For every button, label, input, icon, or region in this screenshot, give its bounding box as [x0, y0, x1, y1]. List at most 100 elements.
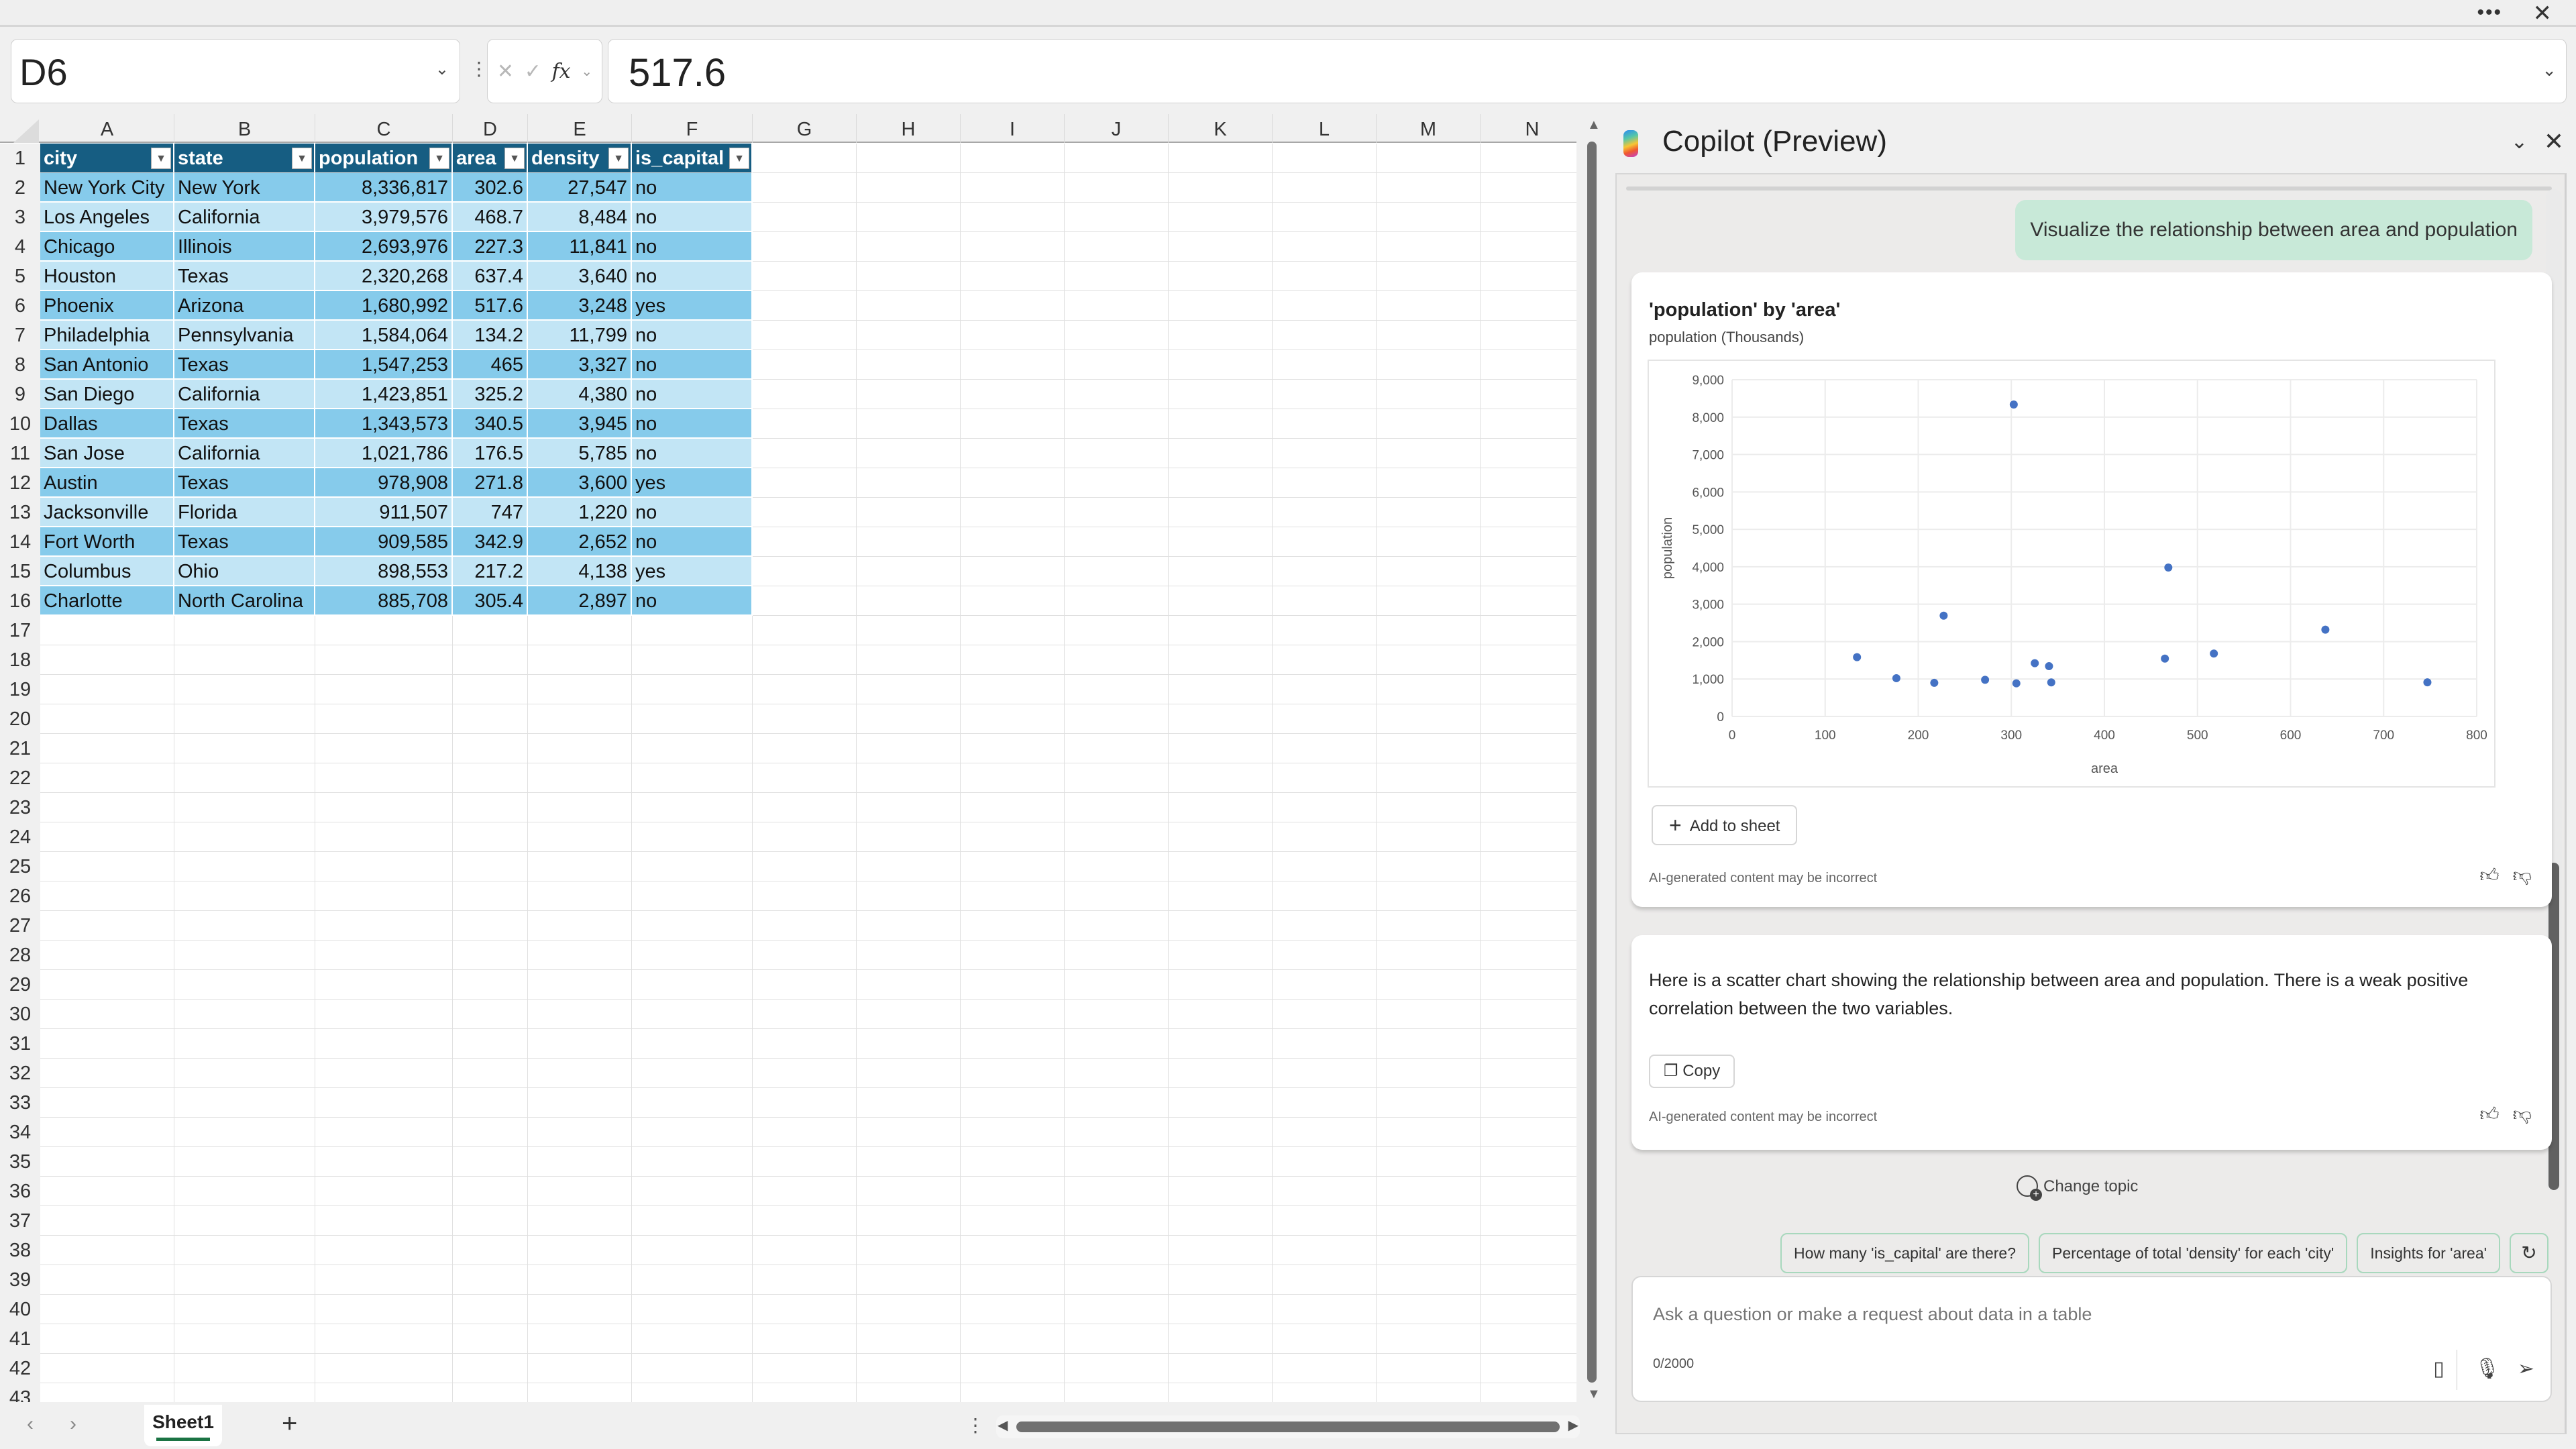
cell[interactable]	[961, 1324, 1065, 1354]
cell[interactable]	[453, 1295, 528, 1324]
cell[interactable]	[1377, 1383, 1481, 1402]
scroll-left-arrow-icon[interactable]: ◀	[998, 1417, 1008, 1434]
cell[interactable]	[315, 1118, 453, 1147]
cell[interactable]	[315, 1236, 453, 1265]
cell[interactable]	[632, 1324, 753, 1354]
cell[interactable]	[1169, 734, 1273, 763]
cell[interactable]	[453, 1029, 528, 1059]
row-header[interactable]: 40	[0, 1295, 40, 1324]
cell[interactable]	[857, 232, 961, 262]
table-cell[interactable]: 1,680,992	[315, 291, 453, 321]
table-cell[interactable]: no	[632, 350, 753, 380]
table-cell[interactable]: 3,248	[528, 291, 632, 321]
table-header-cell[interactable]: city ▼	[40, 144, 174, 173]
formula-bar-grip-icon[interactable]: ⋮	[470, 58, 488, 80]
filter-dropdown-icon[interactable]: ▼	[729, 148, 749, 169]
cell[interactable]	[632, 763, 753, 793]
row-header[interactable]: 17	[0, 616, 40, 645]
cell[interactable]	[1169, 1383, 1273, 1402]
row-header[interactable]: 41	[0, 1324, 40, 1354]
row-header[interactable]: 22	[0, 763, 40, 793]
cell[interactable]	[315, 822, 453, 852]
cell[interactable]	[857, 1177, 961, 1206]
cell[interactable]	[1273, 1177, 1377, 1206]
cell[interactable]	[1481, 941, 1576, 970]
cell[interactable]	[857, 763, 961, 793]
cell[interactable]	[315, 1295, 453, 1324]
table-cell[interactable]: 176.5	[453, 439, 528, 468]
column-header-f[interactable]: F	[632, 114, 753, 143]
cell[interactable]	[1065, 645, 1169, 675]
cell[interactable]	[315, 941, 453, 970]
cell[interactable]	[453, 970, 528, 1000]
cell[interactable]	[753, 1088, 857, 1118]
cell[interactable]	[40, 1000, 174, 1029]
table-cell[interactable]: Pennsylvania	[174, 321, 315, 350]
cell[interactable]	[40, 1059, 174, 1088]
cell[interactable]	[528, 1295, 632, 1324]
cell[interactable]	[315, 1059, 453, 1088]
table-cell[interactable]: New York	[174, 173, 315, 203]
cell[interactable]	[961, 468, 1065, 498]
cell[interactable]	[1065, 616, 1169, 645]
cell[interactable]	[174, 1295, 315, 1324]
cell[interactable]	[315, 1383, 453, 1402]
close-pane-button[interactable]: ✕	[2544, 127, 2564, 156]
cell[interactable]	[1481, 173, 1576, 203]
row-header[interactable]: 27	[0, 911, 40, 941]
cell[interactable]	[632, 1118, 753, 1147]
table-cell[interactable]: 302.6	[453, 173, 528, 203]
cell[interactable]	[528, 1088, 632, 1118]
cell[interactable]	[1481, 763, 1576, 793]
cell[interactable]	[315, 852, 453, 881]
cell[interactable]	[315, 911, 453, 941]
cell[interactable]	[174, 763, 315, 793]
row-header[interactable]: 24	[0, 822, 40, 852]
cell[interactable]	[174, 1000, 315, 1029]
cell[interactable]	[961, 380, 1065, 409]
cell[interactable]	[1169, 439, 1273, 468]
table-cell[interactable]: 1,547,253	[315, 350, 453, 380]
microphone-icon[interactable]: 🎙︎	[2475, 1358, 2500, 1380]
cell[interactable]	[315, 1088, 453, 1118]
row-header[interactable]: 7	[0, 321, 40, 350]
cell[interactable]	[1169, 350, 1273, 380]
cell[interactable]	[1065, 1147, 1169, 1177]
cell[interactable]	[753, 852, 857, 881]
cell[interactable]	[632, 1295, 753, 1324]
prompt-guide-icon[interactable]: ▯	[2433, 1358, 2445, 1380]
table-cell[interactable]: no	[632, 439, 753, 468]
table-cell[interactable]: 8,336,817	[315, 173, 453, 203]
cell[interactable]	[1377, 291, 1481, 321]
cell[interactable]	[1481, 498, 1576, 527]
filter-dropdown-icon[interactable]: ▼	[151, 148, 171, 169]
cell[interactable]	[1169, 1177, 1273, 1206]
cell[interactable]	[1481, 852, 1576, 881]
cell[interactable]	[40, 1324, 174, 1354]
cell[interactable]	[1169, 911, 1273, 941]
cell[interactable]	[1273, 1324, 1377, 1354]
cell[interactable]	[961, 941, 1065, 970]
cell[interactable]	[1273, 793, 1377, 822]
cell[interactable]	[632, 881, 753, 911]
cell[interactable]	[174, 793, 315, 822]
table-cell[interactable]: no	[632, 203, 753, 232]
table-cell[interactable]: San Jose	[40, 439, 174, 468]
cell[interactable]	[1169, 1147, 1273, 1177]
cell[interactable]	[753, 734, 857, 763]
cell[interactable]	[1273, 911, 1377, 941]
cell[interactable]	[1169, 498, 1273, 527]
column-header-e[interactable]: E	[528, 114, 632, 143]
tab-split-handle[interactable]: ⋮	[966, 1414, 985, 1436]
row-header[interactable]: 15	[0, 557, 40, 586]
cell[interactable]	[961, 498, 1065, 527]
row-header[interactable]: 10	[0, 409, 40, 439]
cell[interactable]	[1481, 1000, 1576, 1029]
table-cell[interactable]: 4,138	[528, 557, 632, 586]
cell[interactable]	[857, 1000, 961, 1029]
cell[interactable]	[1377, 409, 1481, 439]
row-header[interactable]: 12	[0, 468, 40, 498]
cell[interactable]	[961, 1265, 1065, 1295]
cell[interactable]	[1377, 1029, 1481, 1059]
cell[interactable]	[1377, 763, 1481, 793]
